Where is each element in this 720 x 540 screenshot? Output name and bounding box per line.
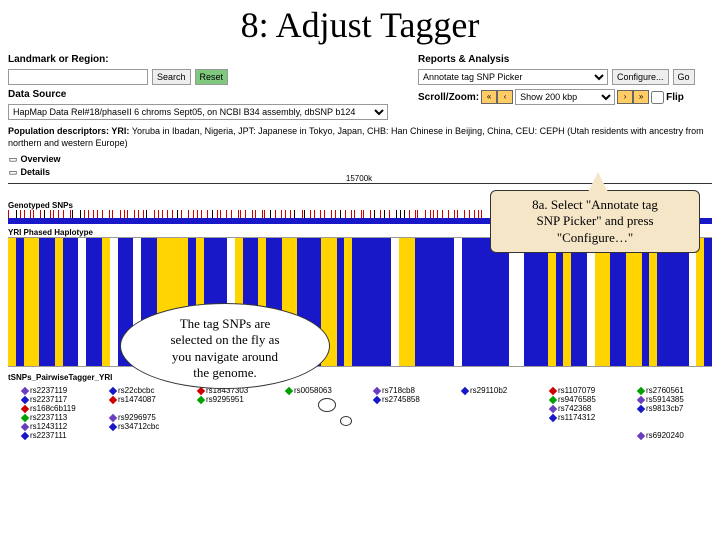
snp-label: rs718cb8 — [374, 386, 448, 395]
snp-label: rs29110b2 — [462, 386, 536, 395]
snp-label: rs9296975 — [110, 413, 184, 422]
snp-label: rs168c6b119 — [22, 404, 96, 413]
overview-toggle[interactable]: ▭ Overview — [8, 153, 712, 166]
snp-label-grid: rs2237119rs22cbcbcrs18437303rs0058063rs7… — [8, 382, 712, 440]
zoom-select[interactable]: Show 200 kbp — [515, 89, 615, 105]
snp-label: rs34712cbc — [110, 422, 184, 431]
scroll-right-fast-button[interactable]: » — [633, 90, 649, 104]
reset-button[interactable]: Reset — [195, 69, 229, 85]
snp-label — [198, 431, 272, 440]
snp-label: rs6920240 — [638, 431, 712, 440]
snp-label — [462, 431, 536, 440]
snp-label — [550, 422, 624, 431]
snp-label — [550, 431, 624, 440]
snp-label — [198, 413, 272, 422]
scroll-right-button[interactable]: › — [617, 90, 633, 104]
datasource-label: Data Source — [8, 89, 66, 100]
thought-dot-1 — [318, 398, 336, 412]
snp-label: rs2237117 — [22, 395, 96, 404]
snp-label — [462, 413, 536, 422]
snp-label: rs1174312 — [550, 413, 624, 422]
scrollzoom-label: Scroll/Zoom: — [418, 92, 479, 103]
thought-dot-2 — [340, 416, 352, 426]
snp-label — [462, 404, 536, 413]
snp-label: rs2237113 — [22, 413, 96, 422]
snp-label: rs9476585 — [550, 395, 624, 404]
configure-button[interactable]: Configure... — [612, 69, 669, 85]
snp-label — [374, 431, 448, 440]
landmark-label: Landmark or Region: — [8, 54, 109, 65]
snp-label: rs1474087 — [110, 395, 184, 404]
snp-label — [374, 422, 448, 431]
scroll-left-fast-button[interactable]: « — [481, 90, 497, 104]
callout-8a-arrow — [588, 172, 608, 192]
snp-label — [462, 422, 536, 431]
snp-label: rs9295951 — [198, 395, 272, 404]
snp-label: rs5914385 — [638, 395, 712, 404]
datasource-select[interactable]: HapMap Data Rel#18/phaseII 6 chroms Sept… — [8, 104, 388, 120]
snp-label — [110, 431, 184, 440]
snp-label — [638, 413, 712, 422]
snp-label — [638, 422, 712, 431]
go-button[interactable]: Go — [673, 69, 695, 85]
snp-label: rs742368 — [550, 404, 624, 413]
snp-label: rs2237119 — [22, 386, 96, 395]
search-button[interactable]: Search — [152, 69, 191, 85]
snp-label: rs9813cb7 — [638, 404, 712, 413]
landmark-input[interactable] — [8, 69, 148, 85]
callout-8a: 8a. Select "Annotate tag SNP Picker" and… — [490, 190, 700, 253]
haplotype-heatmap — [8, 237, 712, 367]
flip-checkbox[interactable] — [651, 91, 664, 104]
thought-bubble: The tag SNPs are selected on the fly as … — [120, 303, 330, 389]
snp-label — [198, 422, 272, 431]
snp-label — [286, 431, 360, 440]
snp-label: rs0058063 — [286, 386, 360, 395]
snp-label: rs22cbcbc — [110, 386, 184, 395]
snp-label: rs1107079 — [550, 386, 624, 395]
flip-toggle[interactable]: Flip — [651, 91, 684, 104]
snp-label — [110, 404, 184, 413]
snp-label — [462, 395, 536, 404]
snp-label: rs2760561 — [638, 386, 712, 395]
tagger-track-label: tSNPs_PairwiseTagger_YRI — [8, 367, 712, 382]
slide-title: 8: Adjust Tagger — [0, 0, 720, 52]
scroll-left-button[interactable]: ‹ — [497, 90, 513, 104]
snp-label — [198, 404, 272, 413]
snp-label — [374, 404, 448, 413]
snp-label: rs1243112 — [22, 422, 96, 431]
reports-select[interactable]: Annotate tag SNP Picker — [418, 69, 608, 85]
population-descriptors: Population descriptors: YRI: Yoruba in I… — [0, 122, 720, 153]
snp-label — [374, 413, 448, 422]
reports-label: Reports & Analysis — [418, 54, 509, 65]
snp-label: rs2237111 — [22, 431, 96, 440]
snp-label: rs2745858 — [374, 395, 448, 404]
